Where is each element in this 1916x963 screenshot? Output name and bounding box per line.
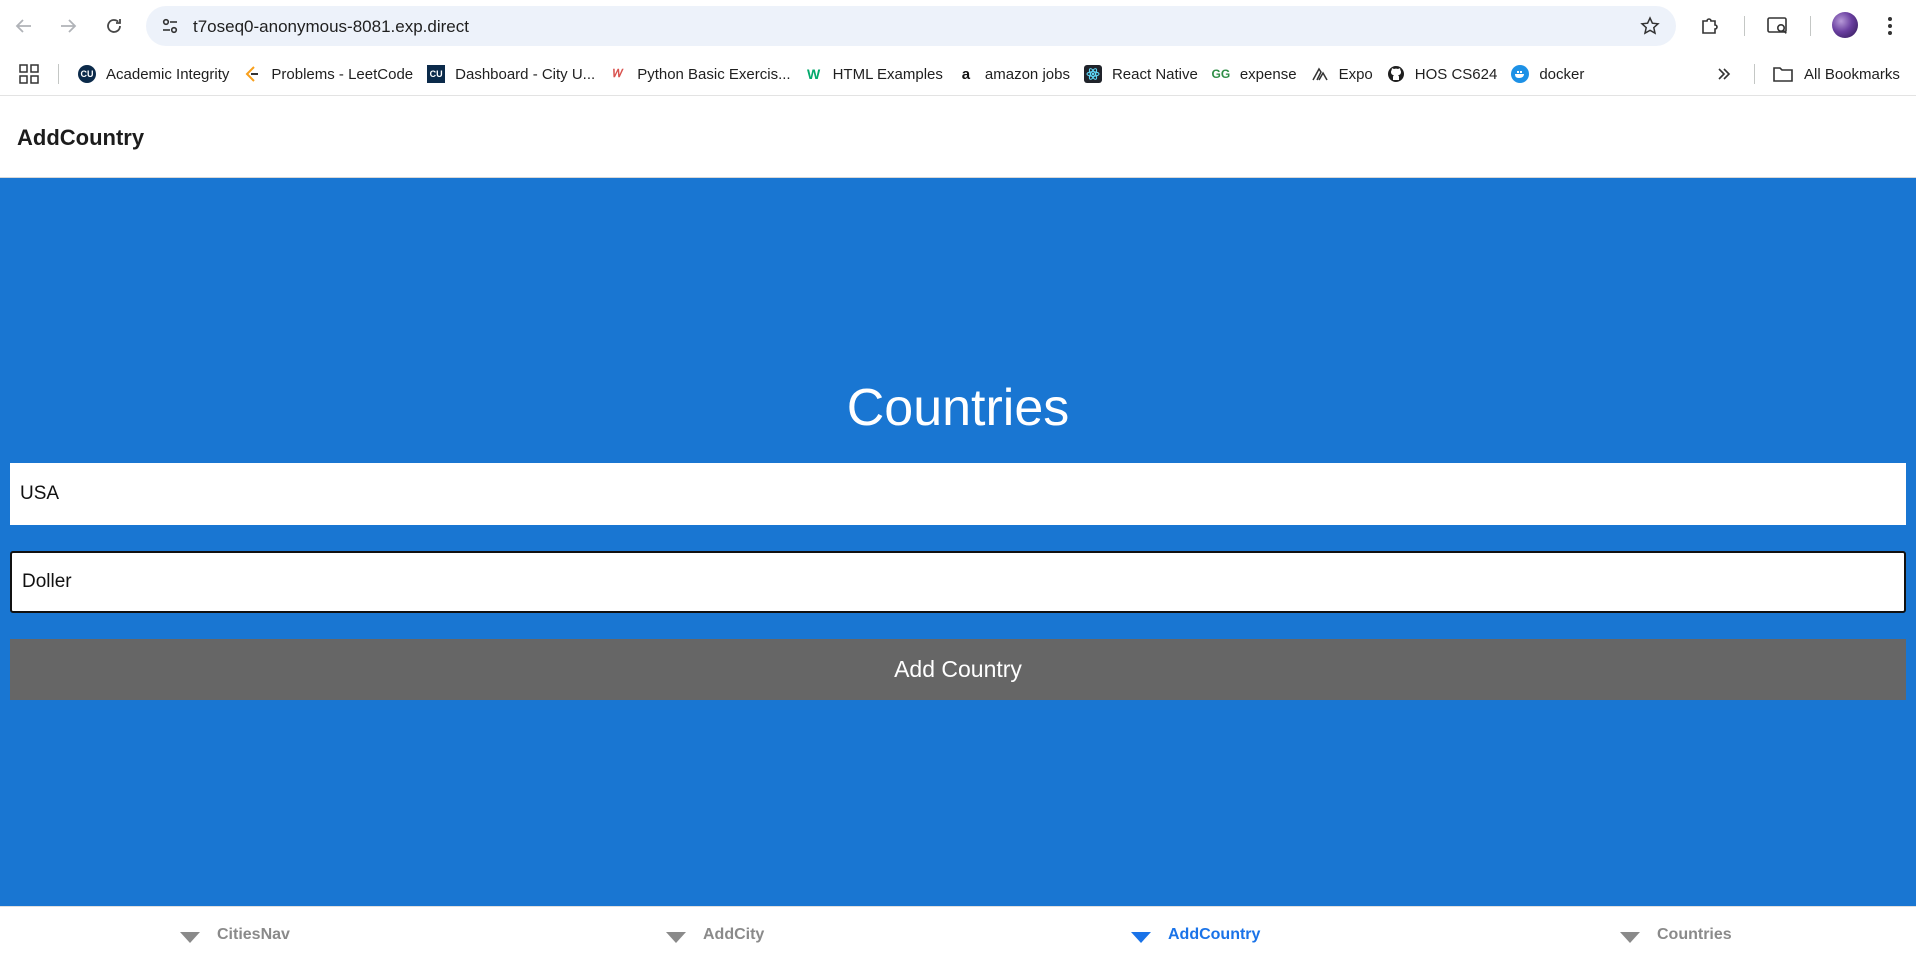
tab-countries[interactable]: Countries <box>1620 907 1732 963</box>
tab-add-country[interactable]: AddCountry <box>1131 907 1260 963</box>
bookmarks-divider <box>58 64 59 84</box>
cu-square-icon: CU <box>427 65 446 83</box>
double-chevron-right-icon <box>1718 68 1731 80</box>
bookmark-label: React Native <box>1111 65 1198 83</box>
bookmark-dashboard-city-u[interactable]: CU Dashboard - City U... <box>423 59 603 89</box>
bookmark-list: CU Academic Integrity Problems - LeetCod… <box>74 52 1594 96</box>
bookmark-expense[interactable]: GG expense <box>1208 59 1305 89</box>
star-icon <box>1640 16 1660 35</box>
bookmark-label: docker <box>1539 65 1585 83</box>
amazon-icon: a <box>961 65 971 83</box>
bookmark-leetcode[interactable]: Problems - LeetCode <box>239 59 421 89</box>
triangle-down-icon <box>180 931 200 943</box>
tab-search-icon <box>1767 17 1787 34</box>
forward-button[interactable] <box>52 10 84 42</box>
bookmark-label: Expo <box>1338 65 1373 83</box>
reload-button[interactable] <box>98 10 130 42</box>
folder-icon <box>1773 67 1793 82</box>
more-vertical-icon <box>1888 17 1892 35</box>
tab-add-city[interactable]: AddCity <box>666 907 764 963</box>
bookmark-label: Problems - LeetCode <box>271 65 414 83</box>
bookmark-react-native[interactable]: React Native <box>1080 59 1206 89</box>
triangle-down-icon <box>1131 931 1151 943</box>
bookmarks-bar: CU Academic Integrity Problems - LeetCod… <box>0 52 1916 96</box>
bottom-tab-bar: CitiesNav AddCity AddCountry Countries <box>0 906 1916 962</box>
page-heading: Countries <box>846 379 1070 437</box>
bookmark-label: HTML Examples <box>832 65 943 83</box>
country-name-input[interactable] <box>10 463 1906 525</box>
toolbar-divider <box>1810 16 1811 36</box>
bookmark-label: HOS CS624 <box>1414 65 1498 83</box>
extensions-button[interactable] <box>1694 10 1726 42</box>
docker-icon <box>1511 65 1530 83</box>
bookmark-label: amazon jobs <box>984 65 1070 83</box>
tab-label: CitiesNav <box>217 926 290 943</box>
add-country-screen: Countries Add Country <box>0 178 1916 906</box>
reload-icon <box>107 19 121 33</box>
triangle-down-icon <box>666 931 686 943</box>
back-button[interactable] <box>8 10 40 42</box>
url-text[interactable]: t7oseq0-anonymous-8081.exp.direct <box>193 17 469 37</box>
bookmark-label: expense <box>1239 65 1297 83</box>
expo-icon <box>1311 65 1329 83</box>
bookmark-python-basic-exercises[interactable]: 𝑊 Python Basic Exercis... <box>605 59 798 89</box>
site-info-button[interactable] <box>158 14 182 38</box>
bookmark-star-button[interactable] <box>1638 14 1662 38</box>
tab-search-button[interactable] <box>1762 10 1794 42</box>
leetcode-icon <box>243 65 261 83</box>
apps-grid-icon[interactable] <box>18 63 40 85</box>
profile-avatar[interactable] <box>1832 12 1858 38</box>
bookmark-amazon-jobs[interactable]: a amazon jobs <box>953 59 1078 89</box>
tune-icon <box>162 18 178 34</box>
all-bookmarks-button[interactable]: All Bookmarks <box>1772 52 1900 96</box>
bookmarks-overflow-button[interactable] <box>1712 62 1736 86</box>
puzzle-icon <box>1702 18 1718 34</box>
toolbar-divider <box>1744 16 1745 36</box>
arrow-right-icon <box>61 19 77 33</box>
bookmark-docker[interactable]: docker <box>1507 59 1592 89</box>
bookmark-label: Dashboard - City U... <box>455 65 596 83</box>
github-icon <box>1387 65 1405 83</box>
arrow-left-icon <box>15 19 31 33</box>
bookmark-label: Academic Integrity <box>106 65 230 83</box>
bookmark-html-examples[interactable]: W HTML Examples <box>801 59 951 89</box>
address-bar[interactable]: t7oseq0-anonymous-8081.exp.direct <box>146 6 1676 46</box>
w3resource-icon: 𝑊 <box>613 67 624 80</box>
add-country-button[interactable]: Add Country <box>10 639 1906 700</box>
tab-label: AddCountry <box>1168 926 1261 943</box>
bookmark-academic-integrity[interactable]: CU Academic Integrity <box>74 59 237 89</box>
bookmarks-divider <box>1754 64 1755 84</box>
bookmark-expo[interactable]: Expo <box>1307 59 1381 89</box>
bookmark-label: Python Basic Exercis... <box>637 65 791 83</box>
browser-menu-button[interactable] <box>1874 10 1906 42</box>
w3schools-icon: W <box>806 66 821 82</box>
triangle-down-icon <box>1620 931 1640 943</box>
bookmark-hos-cs624[interactable]: HOS CS624 <box>1383 59 1506 89</box>
react-icon <box>1083 65 1102 83</box>
all-bookmarks-label: All Bookmarks <box>1804 65 1900 83</box>
browser-toolbar: t7oseq0-anonymous-8081.exp.direct <box>0 0 1916 52</box>
currency-input[interactable] <box>10 551 1906 613</box>
geeksforgeeks-icon: GG <box>1211 67 1231 81</box>
app-header: AddCountry <box>0 97 1916 178</box>
cu-logo-icon: CU <box>78 65 96 83</box>
tab-cities-nav[interactable]: CitiesNav <box>180 907 290 963</box>
header-title: AddCountry <box>17 125 145 150</box>
tab-label: AddCity <box>703 926 765 943</box>
tab-label: Countries <box>1657 926 1732 943</box>
